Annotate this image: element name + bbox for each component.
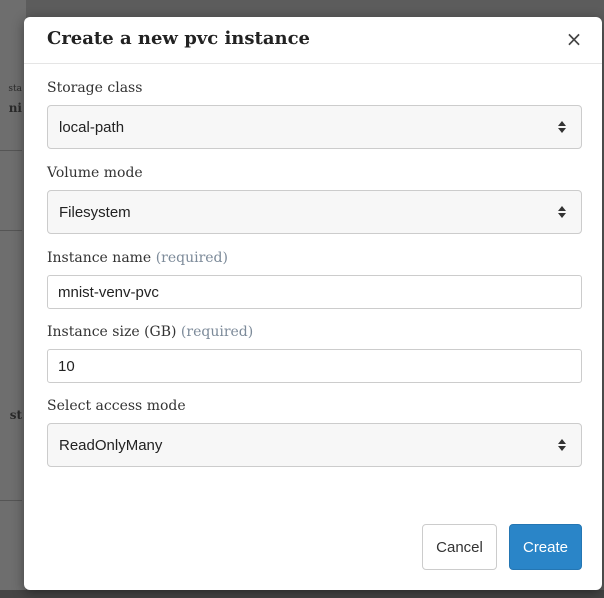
instance-size-label-text: Instance size (GB) (47, 324, 177, 340)
cancel-button[interactable]: Cancel (422, 524, 497, 570)
create-pvc-modal: Create a new pvc instance × Storage clas… (24, 17, 602, 590)
modal-header: Create a new pvc instance × (24, 17, 602, 64)
instance-name-input[interactable] (47, 275, 582, 309)
access-mode-select[interactable]: ReadOnlyMany (47, 423, 582, 467)
volume-mode-select[interactable]: Filesystem (47, 190, 582, 234)
close-icon: × (565, 27, 583, 51)
instance-size-input[interactable] (47, 349, 582, 383)
background-text-fragment: st (9, 408, 22, 422)
instance-size-label: Instance size (GB) (required) (47, 324, 582, 340)
sort-caret-icon (558, 121, 566, 133)
storage-class-value: local-path (59, 119, 125, 136)
access-mode-value: ReadOnlyMany (59, 437, 163, 454)
background-text-fragment: sta (8, 84, 22, 94)
required-hint: (required) (155, 250, 228, 266)
required-hint: (required) (180, 324, 254, 340)
sort-caret-icon (558, 439, 566, 451)
volume-mode-label: Volume mode (47, 165, 143, 181)
access-mode-label: Select access mode (47, 398, 186, 414)
background-divider (0, 150, 22, 151)
background-divider (0, 230, 22, 231)
modal-title: Create a new pvc instance (47, 28, 310, 49)
storage-class-select[interactable]: local-path (47, 105, 582, 149)
create-button[interactable]: Create (509, 524, 582, 570)
instance-name-label-text: Instance name (47, 250, 152, 266)
background-divider (0, 500, 22, 501)
sort-caret-icon (558, 206, 566, 218)
background-bottom-bar (0, 590, 604, 598)
volume-mode-value: Filesystem (59, 204, 131, 221)
storage-class-label: Storage class (47, 80, 143, 96)
modal-body: Storage class local-path Volume mode Fil… (47, 80, 582, 483)
background-text-fragment: ni (8, 101, 22, 115)
close-button[interactable]: × (562, 26, 586, 52)
instance-name-label: Instance name (required) (47, 250, 582, 266)
modal-footer: Cancel Create (422, 524, 582, 570)
